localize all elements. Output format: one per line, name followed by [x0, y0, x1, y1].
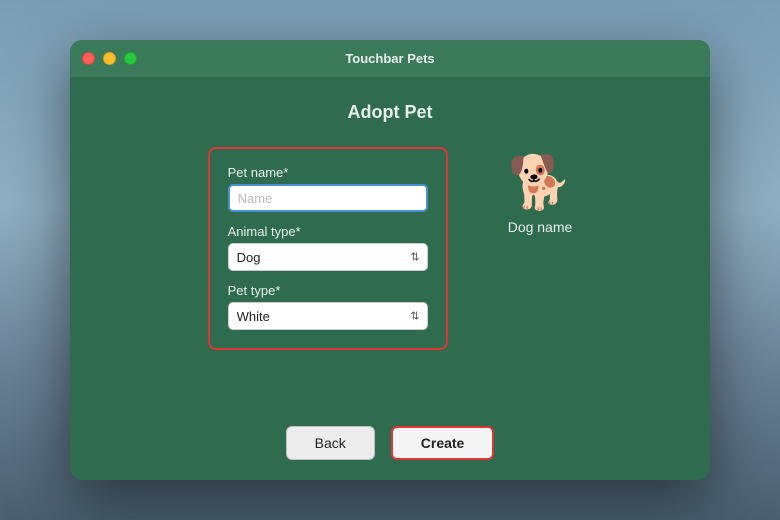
pet-preview-label: Dog name [508, 219, 573, 235]
pet-type-wrapper: White Brown Black Spotted [228, 302, 428, 330]
pet-name-field: Pet name* [228, 165, 428, 212]
button-row: Back Create [286, 406, 495, 460]
content-area: Adopt Pet Pet name* Animal type* Dog Cat [70, 78, 710, 480]
main-row: Pet name* Animal type* Dog Cat Bird Rabb… [110, 147, 670, 350]
pet-type-label: Pet type* [228, 283, 428, 298]
animal-type-label: Animal type* [228, 224, 428, 239]
pet-type-field: Pet type* White Brown Black Spotted [228, 283, 428, 330]
create-button[interactable]: Create [391, 426, 495, 460]
form-section: Pet name* Animal type* Dog Cat Bird Rabb… [208, 147, 448, 350]
window-title: Touchbar Pets [345, 51, 434, 66]
traffic-lights [82, 52, 137, 65]
animal-type-wrapper: Dog Cat Bird Rabbit Hamster [228, 243, 428, 271]
pet-name-input[interactable] [228, 184, 428, 212]
close-button[interactable] [82, 52, 95, 65]
back-button[interactable]: Back [286, 426, 375, 460]
minimize-button[interactable] [103, 52, 116, 65]
maximize-button[interactable] [124, 52, 137, 65]
titlebar: Touchbar Pets [70, 40, 710, 78]
pet-preview: 🐕 Dog name [508, 147, 573, 235]
page-title: Adopt Pet [348, 102, 433, 123]
pet-name-label: Pet name* [228, 165, 428, 180]
app-window: Touchbar Pets Adopt Pet Pet name* Animal… [70, 40, 710, 480]
pet-emoji: 🐕 [508, 157, 573, 209]
pet-type-select[interactable]: White Brown Black Spotted [228, 302, 428, 330]
animal-type-field: Animal type* Dog Cat Bird Rabbit Hamster [228, 224, 428, 271]
animal-type-select[interactable]: Dog Cat Bird Rabbit Hamster [228, 243, 428, 271]
